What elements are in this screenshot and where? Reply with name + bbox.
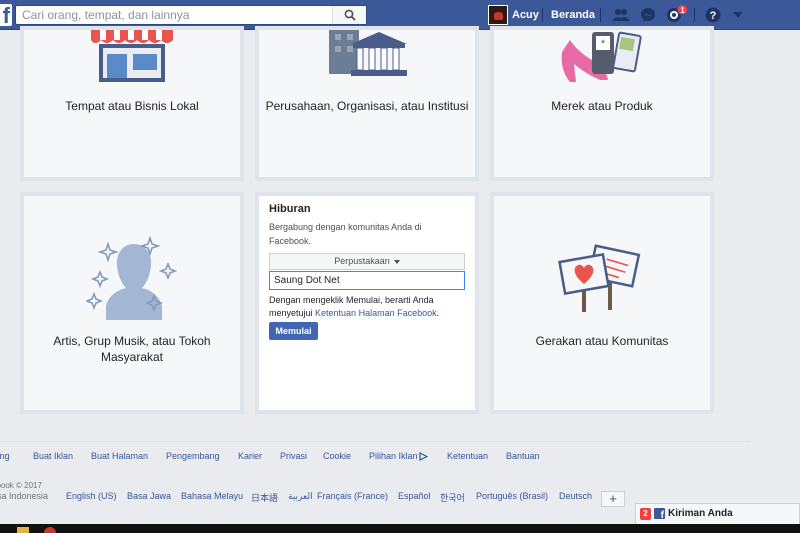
os-taskbar (0, 524, 800, 533)
language-link[interactable]: Deutsch (559, 491, 592, 501)
profile-link[interactable]: Acuy (512, 9, 539, 21)
category-label-line1: Artis, Grup Musik, atau Tokoh (53, 334, 211, 348)
footer-link-ad-choices[interactable]: Pilihan Iklan (369, 451, 428, 462)
category-card-company[interactable]: Perusahaan, Organisasi, atau Institusi (255, 26, 479, 181)
footer-link[interactable]: Karier (238, 451, 262, 461)
artist-silhouette-icon (86, 236, 178, 320)
category-label: Gerakan atau Komunitas (535, 334, 669, 348)
divider (600, 8, 601, 22)
chat-count-badge: 2 (640, 508, 651, 520)
ad-choices-icon (418, 452, 428, 462)
card-description: Bergabung dengan komunitas Anda di Faceb… (269, 222, 422, 246)
start-button[interactable]: Memulai (269, 322, 318, 340)
help-icon[interactable]: ? (703, 6, 723, 24)
category-label: Perusahaan, Organisasi, atau Institusi (265, 99, 469, 113)
language-link[interactable]: Português (Brasil) (476, 491, 548, 501)
footer-link[interactable]: Cookie (323, 451, 351, 461)
footer-link[interactable]: Buat Halaman (91, 451, 148, 461)
category-card-brand[interactable]: * Merek atau Produk (490, 26, 714, 181)
storefront-icon (91, 30, 173, 82)
chat-tab-label: Kiriman Anda (668, 508, 733, 519)
language-link[interactable]: English (US) (66, 491, 117, 501)
footer-link[interactable]: Bantuan (506, 451, 540, 461)
footer-link[interactable]: Privasi (280, 451, 307, 461)
category-card-entertainment: Hiburan Bergabung dengan komunitas Anda … (255, 192, 479, 414)
footer-link[interactable]: tang (0, 451, 10, 461)
language-link[interactable]: Français (France) (317, 491, 388, 501)
terms-notice: Dengan mengeklik Memulai, berarti Anda m… (269, 294, 469, 320)
category-label: Tempat atau Bisnis Lokal (65, 99, 199, 113)
search-icon (344, 9, 356, 21)
caret-down-icon (393, 259, 400, 264)
add-language-button[interactable]: + (601, 491, 625, 507)
facebook-icon (654, 508, 665, 521)
footer-link[interactable]: Ketentuan (447, 451, 488, 461)
footer-link-label: Pilihan Iklan (369, 451, 418, 461)
folder-icon[interactable] (17, 527, 29, 533)
footer-link[interactable]: Pengembang (166, 451, 220, 461)
divider (694, 8, 695, 22)
language-link[interactable]: Español (398, 491, 431, 501)
notification-badge: 1 (677, 4, 688, 15)
category-card-cause[interactable]: Gerakan atau Komunitas (490, 192, 714, 414)
terms-suffix: . (436, 308, 440, 318)
category-select[interactable]: Perpustakaan (269, 253, 465, 270)
facebook-logo[interactable]: f (0, 4, 12, 26)
search-button[interactable] (332, 6, 366, 24)
search-box (15, 5, 367, 25)
avatar[interactable] (488, 5, 508, 25)
building-icon (329, 30, 407, 76)
page-name-input[interactable] (269, 271, 465, 290)
copyright: ebook © 2017 (0, 481, 42, 490)
language-current: asa Indonesia (0, 491, 49, 501)
terms-link[interactable]: Ketentuan Halaman Facebook (315, 308, 437, 318)
protest-signs-icon (558, 244, 641, 312)
svg-text:*: * (601, 38, 606, 50)
chevron-down-icon[interactable] (728, 6, 748, 24)
language-link[interactable]: العربية (288, 491, 313, 502)
divider (542, 8, 543, 22)
messenger-icon[interactable] (638, 6, 658, 24)
svg-text:?: ? (710, 10, 717, 22)
home-link[interactable]: Beranda (551, 9, 595, 21)
language-link[interactable]: Bahasa Melayu (181, 491, 243, 501)
browser-icon[interactable] (44, 527, 56, 533)
footer-link[interactable]: Buat Iklan (33, 451, 73, 461)
chat-tab[interactable]: 2 Kiriman Anda (635, 503, 800, 524)
search-input[interactable] (16, 6, 336, 24)
product-icon: * (561, 31, 642, 82)
language-link[interactable]: Basa Jawa (127, 491, 171, 501)
language-link[interactable]: 日本語 (251, 491, 278, 504)
category-label: Merek atau Produk (551, 99, 653, 113)
category-select-value: Perpustakaan (334, 256, 390, 266)
footer-divider (0, 441, 750, 442)
category-label-line2: Masyarakat (100, 350, 164, 364)
category-card-local-business[interactable]: Tempat atau Bisnis Lokal (20, 26, 244, 181)
language-link[interactable]: 한국어 (440, 491, 465, 504)
category-card-artist[interactable]: Artis, Grup Musik, atau Tokoh Masyarakat (20, 192, 244, 414)
friend-requests-icon[interactable] (611, 6, 631, 24)
card-title: Hiburan (269, 203, 311, 215)
